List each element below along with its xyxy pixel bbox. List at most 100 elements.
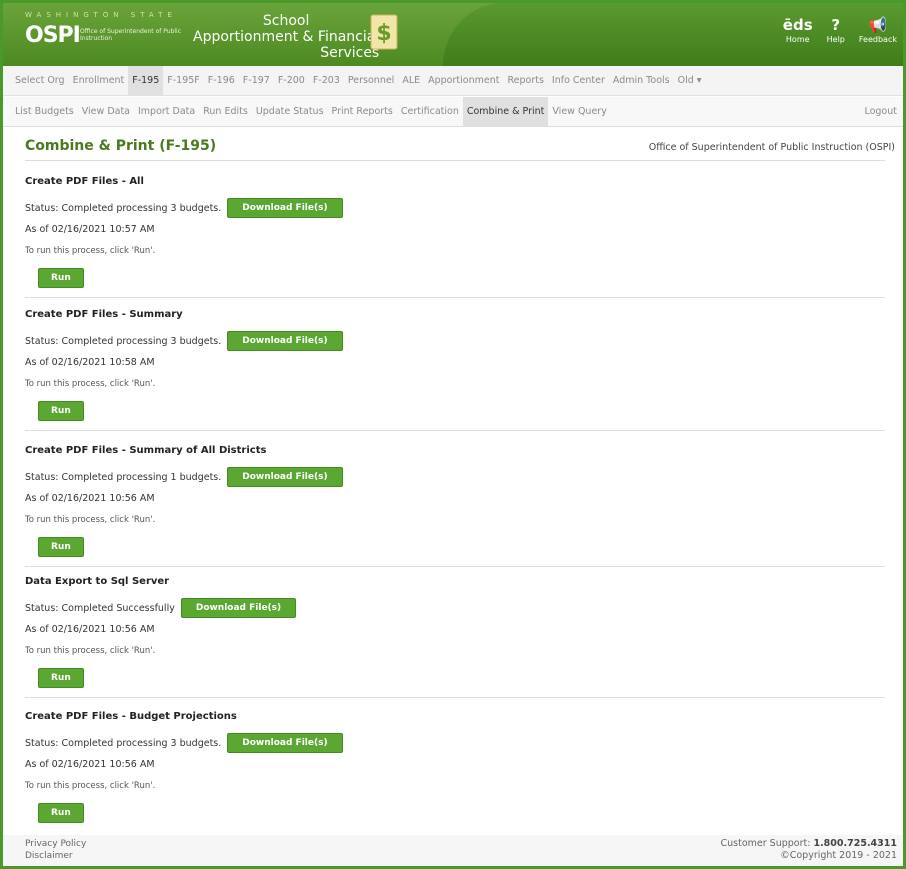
section-divider (25, 430, 885, 431)
subnav-item-list-budgets[interactable]: List Budgets (11, 97, 78, 126)
status-row: Status: Completed Successfully Download F… (25, 598, 297, 618)
run-button[interactable]: Run (38, 537, 84, 557)
section-divider (25, 566, 885, 567)
nav-item-old[interactable]: Old ▾ (674, 66, 706, 95)
process-section: Data Export to Sql Server Status: Complet… (25, 576, 885, 698)
process-section: Create PDF Files - Budget Projections Sta… (25, 711, 885, 823)
download-files-button[interactable]: Download File(s) (180, 598, 297, 618)
download-files-button[interactable]: Download File(s) (227, 733, 343, 753)
footer-links: Privacy Policy Disclaimer (25, 838, 86, 862)
footer-support: Customer Support: 1.800.725.4311 ©Copyri… (721, 838, 898, 862)
nav-item-f-195[interactable]: F-195 (128, 66, 164, 95)
section-title: Create PDF Files - Summary of All Distri… (25, 445, 267, 456)
download-files-button[interactable]: Download File(s) (227, 198, 343, 218)
title-divider (25, 160, 885, 161)
disclaimer-link[interactable]: Disclaimer (25, 850, 86, 862)
download-files-button[interactable]: Download File(s) (227, 467, 343, 487)
app-title-line2: Apportionment & Financial (193, 29, 380, 45)
home-label: Home (785, 35, 810, 44)
status-text: Status: Completed processing 3 budgets. (25, 202, 222, 214)
run-instructions: To run this process, click 'Run'. (25, 246, 156, 256)
nav-item-ale[interactable]: ALE (398, 66, 424, 95)
run-button[interactable]: Run (38, 668, 84, 688)
home-icon[interactable]: ēds Home (783, 15, 813, 44)
as-of-timestamp: As of 02/16/2021 10:58 AM (25, 357, 155, 368)
main-content: Combine & Print (F-195) Office of Superi… (25, 138, 895, 823)
support-label: Customer Support: (720, 838, 811, 849)
process-section: Create PDF Files - All Status: Completed … (25, 176, 885, 298)
nav-item-apportionment[interactable]: Apportionment (424, 66, 503, 95)
run-instructions: To run this process, click 'Run'. (25, 515, 156, 525)
logout-link[interactable]: Logout (864, 106, 897, 117)
run-button[interactable]: Run (38, 268, 84, 288)
run-instructions: To run this process, click 'Run'. (25, 646, 156, 656)
section-title: Create PDF Files - Budget Projections (25, 711, 237, 722)
nav-item-select-org[interactable]: Select Org (11, 66, 69, 95)
subnav-item-print-reports[interactable]: Print Reports (328, 97, 397, 126)
app-frame: WASHINGTON STATE OSPI Office of Superint… (0, 0, 906, 869)
subnav-item-run-edits[interactable]: Run Edits (199, 97, 252, 126)
feedback-icon[interactable]: 📢 Feedback (859, 15, 897, 44)
help-label: Help (826, 35, 845, 44)
feedback-glyph: 📢 (868, 16, 888, 34)
nav-item-enrollment[interactable]: Enrollment (69, 66, 129, 95)
subnav-item-update-status[interactable]: Update Status (252, 97, 328, 126)
subnav-item-view-query[interactable]: View Query (548, 97, 610, 126)
as-of-timestamp: As of 02/16/2021 10:57 AM (25, 224, 155, 235)
ospi-subtitle: Office of Superintendent of Public Instr… (80, 28, 182, 42)
main-nav: Select Org Enrollment F-195 F-195F F-196 F-19… (3, 66, 903, 96)
app-title-line1: School (262, 13, 310, 29)
run-button[interactable]: Run (38, 803, 84, 823)
feedback-label: Feedback (858, 35, 897, 44)
privacy-policy-link[interactable]: Privacy Policy (25, 838, 86, 850)
ospi-logo[interactable]: WASHINGTON STATE OSPI Office of Superint… (25, 11, 185, 51)
ospi-text: OSPI (25, 23, 81, 48)
customer-support: Customer Support: 1.800.725.4311 (721, 838, 898, 850)
status-row: Status: Completed processing 3 budgets. D… (25, 198, 343, 218)
run-instructions: To run this process, click 'Run'. (25, 781, 156, 791)
nav-item-f-197[interactable]: F-197 (239, 66, 274, 95)
home-glyph: ēds (782, 16, 813, 34)
status-row: Status: Completed processing 1 budgets. D… (25, 467, 343, 487)
nav-item-f-203[interactable]: F-203 (309, 66, 344, 95)
subnav-item-combine-print[interactable]: Combine & Print (462, 97, 549, 126)
process-section: Create PDF Files - Summary Status: Comple… (25, 309, 885, 431)
download-files-button[interactable]: Download File(s) (227, 331, 343, 351)
nav-item-reports[interactable]: Reports (503, 66, 547, 95)
nav-item-f-196[interactable]: F-196 (204, 66, 239, 95)
status-text: Status: Completed processing 3 budgets. (25, 737, 222, 749)
status-row: Status: Completed processing 3 budgets. D… (25, 733, 343, 753)
section-title: Create PDF Files - All (25, 176, 144, 187)
nav-item-f-195f[interactable]: F-195F (163, 66, 204, 95)
nav-item-f-200[interactable]: F-200 (274, 66, 309, 95)
section-divider (25, 697, 885, 698)
support-phone: 1.800.725.4311 (813, 838, 897, 849)
wa-state-text: WASHINGTON STATE (25, 11, 177, 19)
status-text: Status: Completed processing 1 budgets. (25, 471, 222, 483)
subnav-item-certification[interactable]: Certification (397, 97, 463, 126)
subnav-item-import-data[interactable]: Import Data (134, 97, 199, 126)
nav-item-info-center[interactable]: Info Center (548, 66, 609, 95)
run-button[interactable]: Run (38, 401, 84, 421)
status-text: Status: Completed Successfully (25, 602, 175, 614)
money-document-icon: $ (370, 14, 398, 50)
footer: Privacy Policy Disclaimer Customer Suppo… (3, 835, 903, 866)
subnav-item-view-data[interactable]: View Data (78, 97, 134, 126)
process-section: Create PDF Files - Summary of All Distri… (25, 445, 885, 567)
header: WASHINGTON STATE OSPI Office of Superint… (3, 3, 903, 66)
nav-item-admin-tools[interactable]: Admin Tools (609, 66, 674, 95)
app-title: School Apportionment & Financial Service… (193, 13, 379, 61)
status-row: Status: Completed processing 3 budgets. D… (25, 331, 343, 351)
app-title-line3: Services (320, 45, 380, 61)
help-icon[interactable]: ? Help (827, 15, 845, 44)
as-of-timestamp: As of 02/16/2021 10:56 AM (25, 759, 155, 770)
copyright: ©Copyright 2019 - 2021 (780, 850, 897, 861)
run-instructions: To run this process, click 'Run'. (25, 379, 156, 389)
as-of-timestamp: As of 02/16/2021 10:56 AM (25, 624, 155, 635)
status-text: Status: Completed processing 3 budgets. (25, 335, 222, 347)
sub-nav: List Budgets View Data Import Data Run Edit… (3, 97, 903, 127)
header-icons: ēds Home ? Help 📢 Feedback (783, 15, 897, 44)
nav-item-personnel[interactable]: Personnel (344, 66, 398, 95)
help-glyph: ? (831, 16, 841, 34)
as-of-timestamp: As of 02/16/2021 10:56 AM (25, 493, 155, 504)
